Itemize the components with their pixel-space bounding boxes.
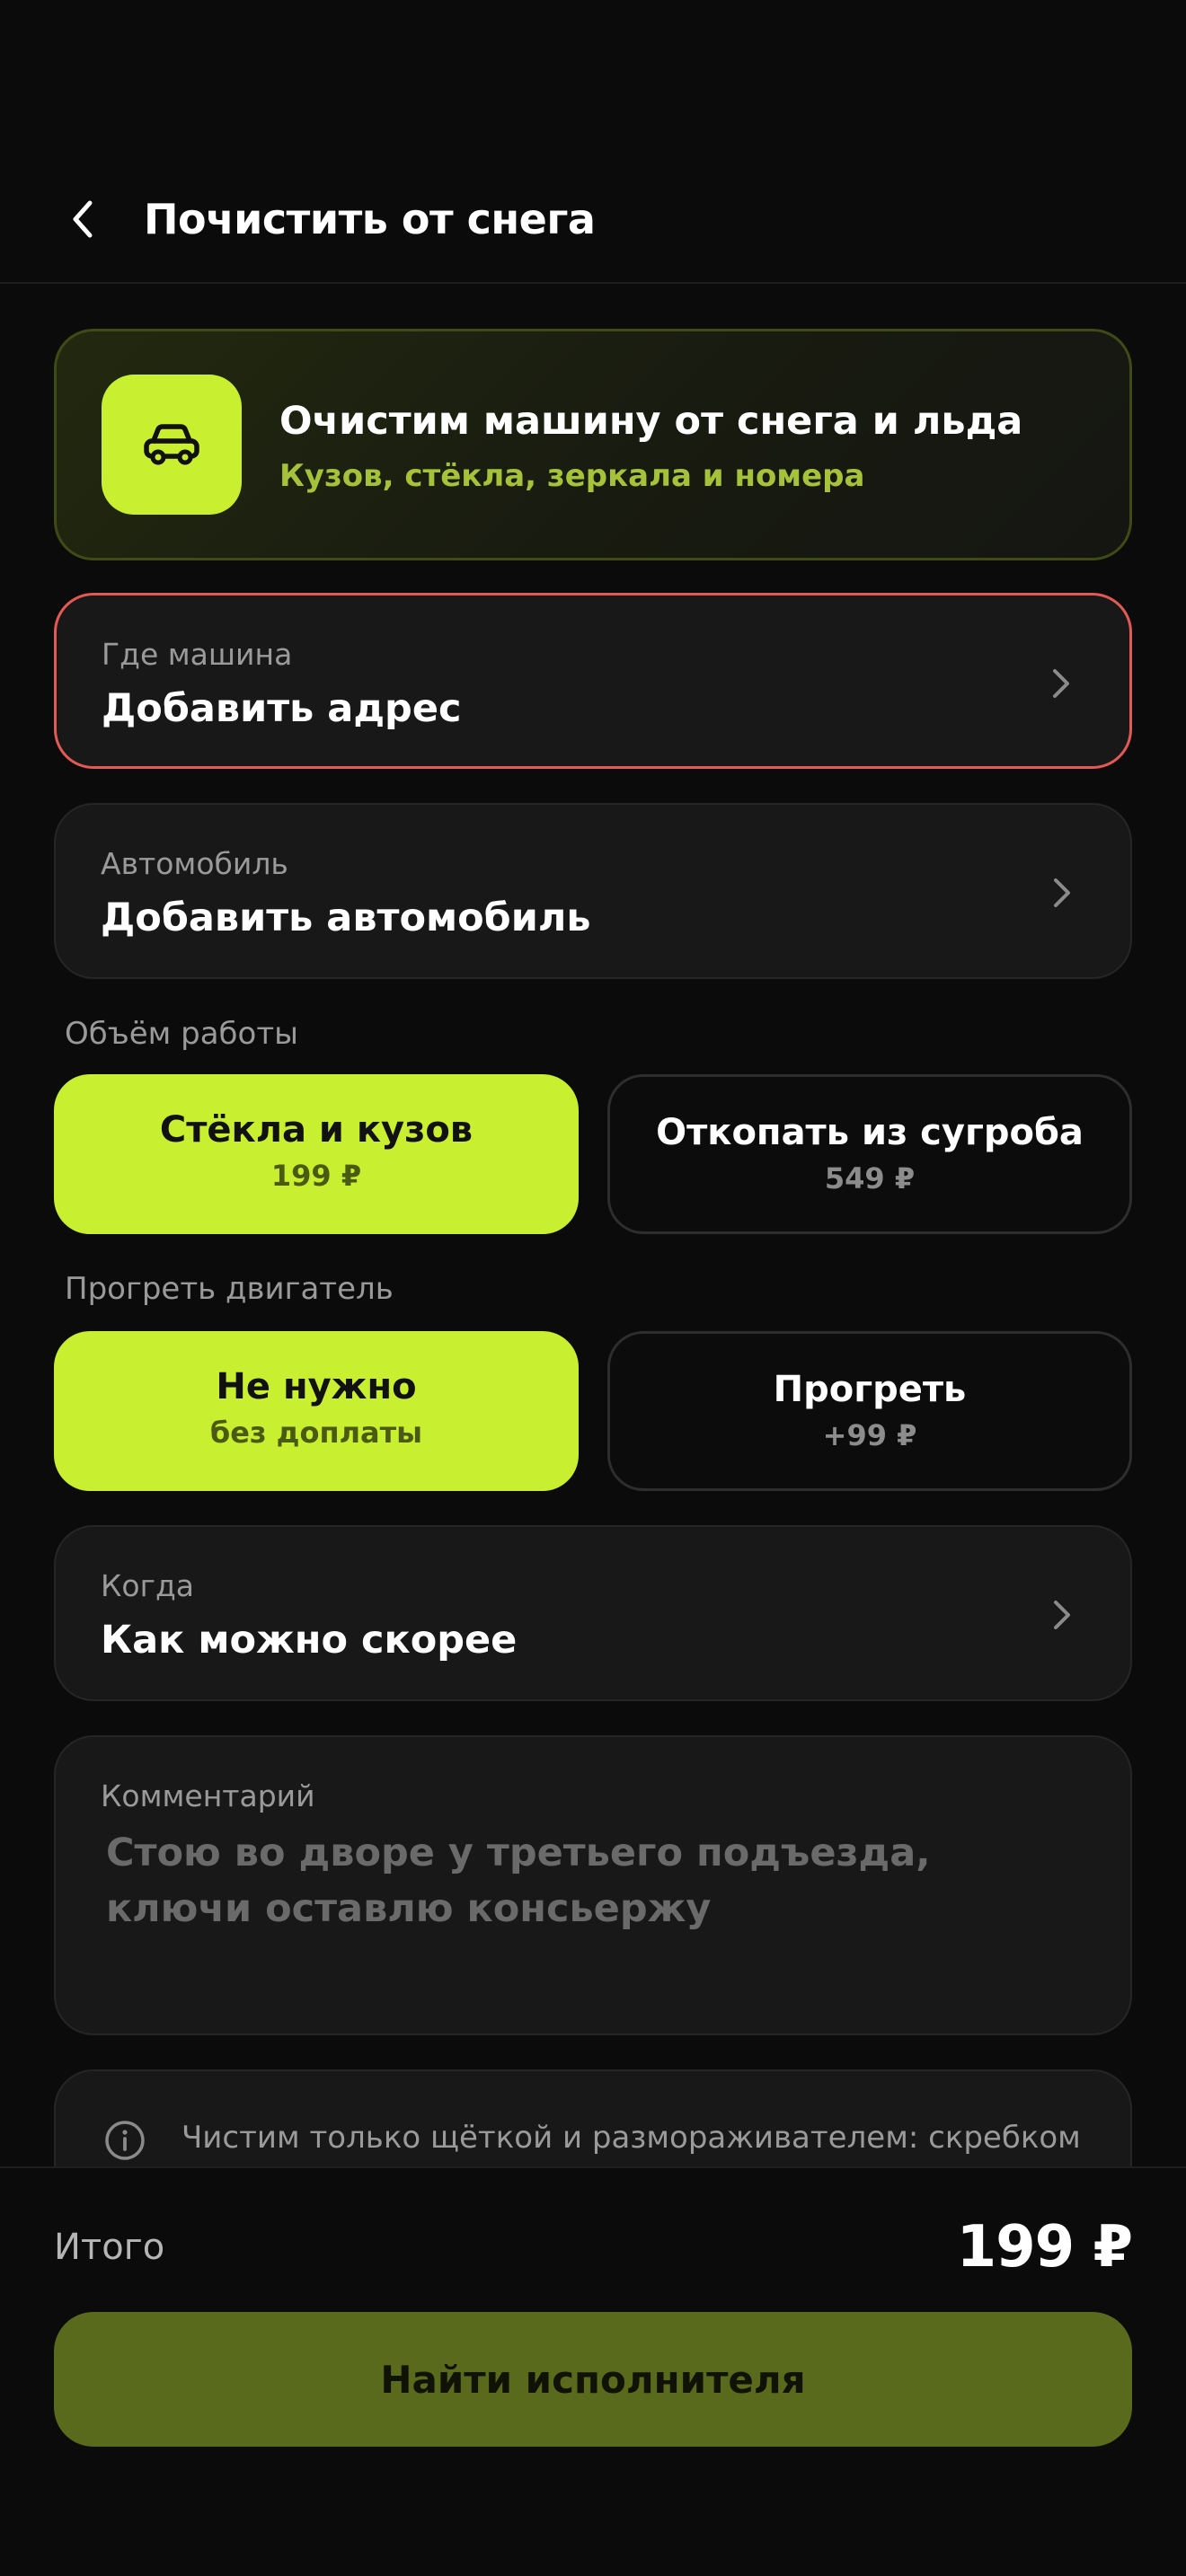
timing-field[interactable]: Когда Как можно скорее xyxy=(54,1525,1132,1701)
total-value: 199 ₽ xyxy=(956,2214,1133,2280)
location-label: Где машина xyxy=(102,637,293,672)
find-performer-button[interactable]: Найти исполнителя xyxy=(54,2312,1132,2447)
comment-placeholder[interactable]: Стою во дворе у третьего подъезда, ключи… xyxy=(106,1825,1076,1936)
option-glass-and-body[interactable]: Стёкла и кузов 199 ₽ xyxy=(54,1074,579,1234)
total-label: Итого xyxy=(54,2227,165,2268)
engine-warmup-label: Прогреть двигатель xyxy=(65,1271,394,1307)
option-price: +99 ₽ xyxy=(822,1418,917,1452)
option-title: Откопать из сугроба xyxy=(656,1112,1084,1153)
service-promo-card: Очистим машину от снега и льда Кузов, ст… xyxy=(54,329,1132,560)
comment-label: Комментарий xyxy=(101,1778,315,1813)
option-price: 549 ₽ xyxy=(824,1161,916,1195)
vehicle-label: Автомобиль xyxy=(101,846,288,881)
timing-label: Когда xyxy=(101,1568,194,1603)
vehicle-field[interactable]: Автомобиль Добавить автомобиль xyxy=(54,803,1132,979)
option-price: без доплаты xyxy=(209,1416,423,1450)
location-value: Добавить адрес xyxy=(102,686,462,731)
header-divider xyxy=(0,282,1186,284)
option-title: Стёкла и кузов xyxy=(159,1109,474,1151)
option-warmup[interactable]: Прогреть +99 ₽ xyxy=(607,1331,1132,1491)
vehicle-value: Добавить автомобиль xyxy=(101,895,591,940)
chevron-right-icon xyxy=(1043,664,1079,703)
comment-field[interactable]: Комментарий Стою во дворе у третьего под… xyxy=(54,1735,1132,2035)
chevron-right-icon xyxy=(1044,1595,1080,1635)
option-title: Прогреть xyxy=(773,1369,967,1410)
info-text: Чистим только щёткой и размораживателем:… xyxy=(181,2120,1081,2156)
bottom-bar: Итого 199 ₽ Найти исполнителя xyxy=(0,2166,1186,2576)
back-button[interactable] xyxy=(54,190,111,248)
timing-value: Как можно скорее xyxy=(101,1618,518,1663)
chevron-left-icon xyxy=(73,200,93,238)
option-price: 199 ₽ xyxy=(270,1159,362,1193)
car-icon xyxy=(144,424,199,465)
page-title: Почистить от снега xyxy=(144,195,596,243)
chevron-right-icon xyxy=(1044,873,1080,913)
option-dig-out[interactable]: Откопать из сугроба 549 ₽ xyxy=(607,1074,1132,1234)
info-icon xyxy=(105,2121,145,2160)
option-no-warmup[interactable]: Не нужно без доплаты xyxy=(54,1331,579,1491)
option-title: Не нужно xyxy=(216,1366,417,1407)
work-scope-label: Объём работы xyxy=(65,1016,298,1052)
location-field[interactable]: Где машина Добавить адрес xyxy=(54,593,1132,769)
promo-icon-tile xyxy=(102,375,242,515)
promo-subtitle: Кузов, стёкла, зеркала и номера xyxy=(279,458,865,494)
promo-title: Очистим машину от снега и льда xyxy=(279,399,1023,444)
